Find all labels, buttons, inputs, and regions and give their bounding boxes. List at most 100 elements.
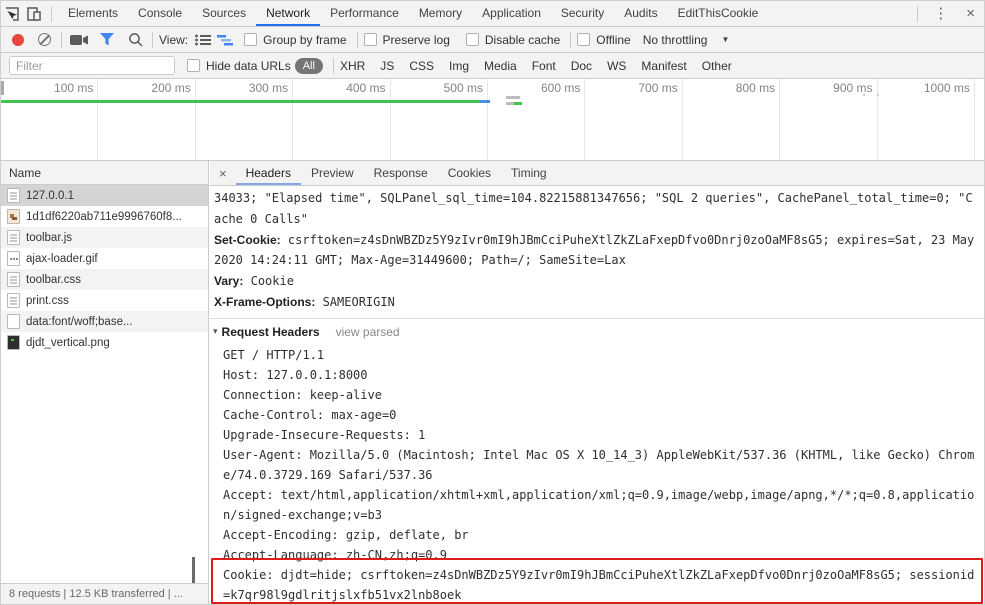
divider bbox=[570, 31, 572, 48]
request-row[interactable]: toolbar.js bbox=[1, 227, 208, 248]
record-button[interactable] bbox=[7, 29, 29, 51]
file-icon bbox=[7, 314, 20, 329]
details-tab-bar: × Headers Preview Response Cookies Timin… bbox=[210, 161, 984, 186]
filter-type-css[interactable]: CSS bbox=[409, 59, 434, 73]
filter-type-all[interactable]: All bbox=[294, 57, 323, 74]
offline-checkbox[interactable] bbox=[577, 33, 591, 46]
response-header-line: Set-Cookie: csrftoken=z4sDnWBZDz5Y9zIvr0… bbox=[214, 232, 975, 268]
tab-sources[interactable]: Sources bbox=[192, 1, 256, 26]
response-header-overflow: 34033; "Elapsed time", SQLPanel_sql_time… bbox=[214, 191, 973, 226]
kebab-menu-icon[interactable]: ⋮ bbox=[924, 2, 957, 26]
preserve-log-checkbox[interactable] bbox=[363, 33, 377, 46]
request-details-panel: × Headers Preview Response Cookies Timin… bbox=[210, 161, 984, 604]
view-label: View: bbox=[159, 32, 189, 47]
view-parsed-link[interactable]: view parsed bbox=[336, 325, 400, 339]
request-headers-title[interactable]: Request Headers bbox=[222, 325, 320, 339]
tab-preview[interactable]: Preview bbox=[301, 161, 364, 185]
tick-label: 400 ms bbox=[293, 79, 391, 160]
tab-network[interactable]: Network bbox=[256, 1, 320, 26]
filter-type-other[interactable]: Other bbox=[702, 59, 732, 73]
hide-data-urls-label[interactable]: Hide data URLs bbox=[206, 59, 291, 73]
tab-response[interactable]: Response bbox=[364, 161, 438, 185]
name-column-header[interactable]: Name bbox=[1, 161, 208, 185]
request-list-panel: Name 127.0.0.1 1d1df6220ab711e9996760f8.… bbox=[1, 161, 209, 604]
headers-content: 34033; "Elapsed time", SQLPanel_sql_time… bbox=[210, 186, 984, 604]
overview-small-bar bbox=[514, 102, 522, 105]
tab-security[interactable]: Security bbox=[551, 1, 614, 26]
tab-editthiscookie[interactable]: EditThisCookie bbox=[668, 1, 769, 26]
tick-label: 700 ms bbox=[585, 79, 683, 160]
request-row[interactable]: djdt_vertical.png bbox=[1, 332, 208, 353]
request-row[interactable]: print.css bbox=[1, 290, 208, 311]
tick-label: 100 ms bbox=[1, 79, 99, 160]
document-icon bbox=[7, 272, 20, 287]
tab-timing[interactable]: Timing bbox=[501, 161, 557, 185]
large-request-rows-icon[interactable] bbox=[192, 29, 214, 51]
overview-dot bbox=[877, 94, 879, 96]
disable-cache-label[interactable]: Disable cache bbox=[485, 33, 560, 47]
request-row[interactable]: ajax-loader.gif bbox=[1, 248, 208, 269]
disclosure-triangle-icon[interactable]: ▾ bbox=[213, 326, 218, 337]
inspect-element-icon[interactable] bbox=[1, 3, 23, 25]
filter-type-img[interactable]: Img bbox=[449, 59, 469, 73]
clear-button[interactable] bbox=[33, 29, 55, 51]
network-overview-pane[interactable]: 100 ms 200 ms 300 ms 400 ms 500 ms 600 m… bbox=[1, 79, 984, 161]
overview-small-bar bbox=[506, 102, 514, 105]
overview-waterfall-bar-tip bbox=[480, 100, 490, 103]
tick-label: 500 ms bbox=[391, 79, 488, 160]
main-tab-bar: Elements Console Sources Network Perform… bbox=[1, 1, 984, 27]
tab-audits[interactable]: Audits bbox=[614, 1, 667, 26]
filter-type-js[interactable]: JS bbox=[380, 59, 394, 73]
offline-label[interactable]: Offline bbox=[596, 33, 630, 47]
tick-label: 300 ms bbox=[196, 79, 294, 160]
chevron-down-icon[interactable]: ▼ bbox=[721, 35, 729, 44]
group-by-frame-checkbox[interactable] bbox=[244, 33, 258, 46]
request-header-line: Accept: text/html,application/xhtml+xml,… bbox=[223, 487, 975, 522]
preserve-log-label[interactable]: Preserve log bbox=[383, 33, 450, 47]
filter-type-media[interactable]: Media bbox=[484, 59, 517, 73]
close-icon[interactable]: × bbox=[957, 2, 984, 26]
search-icon[interactable] bbox=[124, 29, 146, 51]
disable-cache-checkbox[interactable] bbox=[465, 33, 479, 46]
tab-cookies[interactable]: Cookies bbox=[438, 161, 501, 185]
status-bar: 8 requests | 12.5 KB transferred | ... bbox=[1, 583, 208, 604]
tick-label: 1000 ms bbox=[878, 79, 975, 160]
request-row[interactable]: 127.0.0.1 bbox=[1, 185, 208, 206]
close-details-icon[interactable]: × bbox=[210, 166, 236, 181]
throttling-select[interactable]: No throttling bbox=[643, 33, 708, 47]
tab-performance[interactable]: Performance bbox=[320, 1, 409, 26]
tab-headers[interactable]: Headers bbox=[236, 161, 301, 185]
filter-funnel-icon[interactable] bbox=[96, 29, 118, 51]
document-icon bbox=[7, 188, 20, 203]
tab-elements[interactable]: Elements bbox=[58, 1, 128, 26]
timeline-ruler: 100 ms 200 ms 300 ms 400 ms 500 ms 600 m… bbox=[1, 79, 984, 160]
tab-memory[interactable]: Memory bbox=[409, 1, 472, 26]
filter-input[interactable] bbox=[9, 56, 175, 75]
request-row[interactable]: 1d1df6220ab711e9996760f8... bbox=[1, 206, 208, 227]
show-overview-icon[interactable] bbox=[214, 29, 236, 51]
hide-data-urls-checkbox[interactable] bbox=[187, 59, 200, 72]
devtools-window: Elements Console Sources Network Perform… bbox=[0, 0, 985, 605]
divider bbox=[61, 31, 62, 48]
group-by-frame-label[interactable]: Group by frame bbox=[263, 33, 346, 47]
request-row[interactable]: toolbar.css bbox=[1, 269, 208, 290]
tick-label: 900 ms bbox=[780, 79, 878, 160]
device-toolbar-icon[interactable] bbox=[23, 3, 45, 25]
request-header-line-cookie: Cookie: djdt=hide; csrftoken=z4sDnWBZDz5… bbox=[223, 567, 975, 602]
filter-type-doc[interactable]: Doc bbox=[571, 59, 592, 73]
overview-dot bbox=[863, 94, 865, 96]
filter-type-manifest[interactable]: Manifest bbox=[641, 59, 686, 73]
network-toolbar: View: Group by frame Preserve log Disabl… bbox=[1, 27, 984, 53]
tab-console[interactable]: Console bbox=[128, 1, 192, 26]
scrollbar-thumb[interactable] bbox=[192, 557, 195, 585]
tick-label: 800 ms bbox=[683, 79, 781, 160]
capture-screenshots-icon[interactable] bbox=[68, 29, 90, 51]
request-row[interactable]: data:font/woff;base... bbox=[1, 311, 208, 332]
document-icon bbox=[7, 230, 20, 245]
filter-type-font[interactable]: Font bbox=[532, 59, 556, 73]
request-header-line: Accept-Language: zh-CN,zh;q=0.9 bbox=[223, 547, 447, 562]
tick-label: 600 ms bbox=[488, 79, 586, 160]
tab-application[interactable]: Application bbox=[472, 1, 551, 26]
filter-type-ws[interactable]: WS bbox=[607, 59, 626, 73]
filter-type-xhr[interactable]: XHR bbox=[340, 59, 365, 73]
